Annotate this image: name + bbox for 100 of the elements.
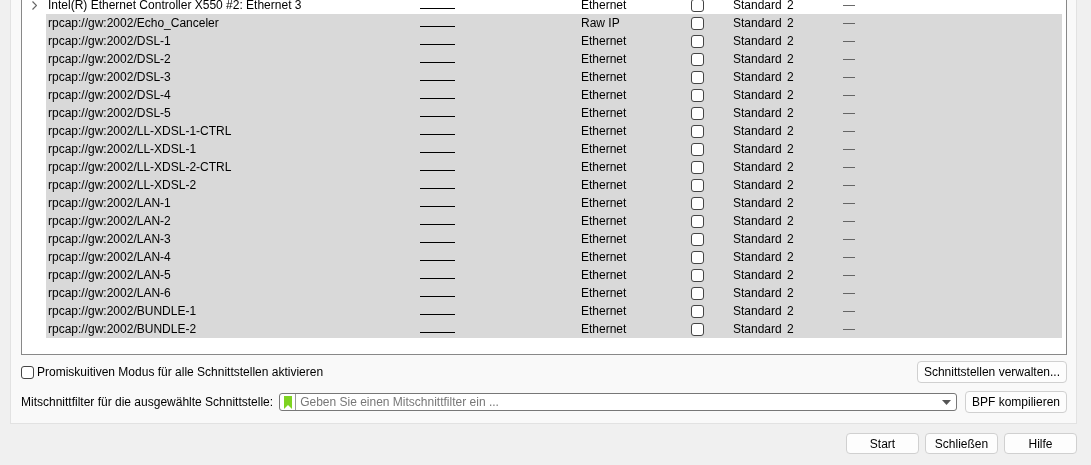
interface-name[interactable]: rpcap://gw:2002/LAN-1	[46, 194, 400, 212]
capture-filter: —	[843, 87, 855, 104]
capture-filter: —	[843, 15, 855, 32]
monitor-mode-checkbox[interactable]	[691, 142, 704, 156]
monitor-mode-checkbox[interactable]	[691, 304, 704, 318]
traffic-sparkline	[420, 116, 455, 117]
snapshot-length: 2	[787, 321, 795, 338]
interface-name[interactable]: rpcap://gw:2002/LAN-2	[46, 212, 400, 230]
traffic-sparkline	[420, 26, 455, 27]
interface-name[interactable]: rpcap://gw:2002/BUNDLE-1	[46, 302, 400, 320]
snapshot-length: 2	[787, 0, 795, 14]
interface-name[interactable]: rpcap://gw:2002/LAN-3	[46, 230, 400, 248]
interface-name[interactable]: rpcap://gw:2002/DSL-3	[46, 68, 400, 86]
buffer-size: Standard	[733, 303, 783, 320]
buffer-size: Standard	[733, 159, 783, 176]
interface-name[interactable]: rpcap://gw:2002/DSL-1	[46, 32, 400, 50]
interface-name[interactable]: Intel(R) Ethernet Controller X550 #2: Ethernet 3	[46, 0, 400, 14]
monitor-mode-checkbox[interactable]	[691, 322, 704, 336]
monitor-mode-checkbox[interactable]	[691, 214, 704, 228]
interface-name[interactable]: rpcap://gw:2002/LAN-5	[46, 266, 400, 284]
monitor-mode-checkbox[interactable]	[691, 106, 704, 120]
traffic-sparkline	[420, 134, 455, 135]
buffer-size: Standard	[733, 267, 783, 284]
traffic-sparkline	[420, 314, 455, 315]
monitor-mode-checkbox[interactable]	[691, 160, 704, 174]
buffer-size: Standard	[733, 231, 783, 248]
dropdown-arrow-icon[interactable]	[941, 399, 951, 405]
interface-name[interactable]: rpcap://gw:2002/LL-XDSL-2-CTRL	[46, 158, 400, 176]
traffic-sparkline	[420, 8, 455, 9]
traffic-sparkline	[420, 152, 455, 153]
promiscuous-label: Promiskuitiven Modus für alle Schnittstellen aktivieren	[37, 364, 324, 381]
link-type: Ethernet	[581, 69, 628, 86]
snapshot-length: 2	[787, 285, 795, 302]
capture-filter: —	[843, 0, 855, 14]
expand-chevron-icon[interactable]	[31, 0, 37, 10]
monitor-mode-checkbox[interactable]	[691, 88, 704, 102]
interface-name[interactable]: rpcap://gw:2002/DSL-2	[46, 50, 400, 68]
capture-filter: —	[843, 33, 855, 50]
interface-name[interactable]: rpcap://gw:2002/LL-XDSL-1	[46, 140, 400, 158]
snapshot-length: 2	[787, 213, 795, 230]
help-button[interactable]: Hilfe	[1004, 433, 1077, 454]
snapshot-length: 2	[787, 69, 795, 86]
buffer-size: Standard	[733, 123, 783, 140]
buffer-size: Standard	[733, 285, 783, 302]
capture-filter-label: Mitschnittfilter für die ausgewählte Schnittstelle:	[21, 394, 274, 411]
manage-interfaces-button[interactable]: Schnittstellen verwalten...	[916, 361, 1067, 383]
snapshot-length: 2	[787, 195, 795, 212]
snapshot-length: 2	[787, 159, 795, 176]
monitor-mode-checkbox[interactable]	[691, 124, 704, 138]
link-type: Raw IP	[581, 15, 621, 32]
monitor-mode-checkbox[interactable]	[691, 70, 704, 84]
interface-name[interactable]: rpcap://gw:2002/LAN-4	[46, 248, 400, 266]
buffer-size: Standard	[733, 87, 783, 104]
traffic-sparkline	[420, 170, 455, 171]
snapshot-length: 2	[787, 123, 795, 140]
link-type: Ethernet	[581, 285, 628, 302]
traffic-sparkline	[420, 242, 455, 243]
start-button[interactable]: Start	[846, 433, 919, 454]
snapshot-length: 2	[787, 51, 795, 68]
compile-bpf-button[interactable]: BPF kompilieren	[964, 391, 1067, 413]
capture-filter: —	[843, 195, 855, 212]
interface-name[interactable]: rpcap://gw:2002/LAN-6	[46, 284, 400, 302]
buffer-size: Standard	[733, 51, 783, 68]
monitor-mode-checkbox[interactable]	[691, 250, 704, 264]
snapshot-length: 2	[787, 249, 795, 266]
interface-name[interactable]: rpcap://gw:2002/DSL-5	[46, 104, 400, 122]
close-button[interactable]: Schließen	[925, 433, 998, 454]
monitor-mode-checkbox[interactable]	[691, 178, 704, 192]
capture-filter: —	[843, 231, 855, 248]
monitor-mode-checkbox[interactable]	[691, 34, 704, 48]
traffic-sparkline	[420, 62, 455, 63]
interface-name[interactable]: rpcap://gw:2002/LL-XDSL-1-CTRL	[46, 122, 400, 140]
monitor-mode-checkbox[interactable]	[691, 52, 704, 66]
link-type: Ethernet	[581, 267, 628, 284]
capture-filter: —	[843, 321, 855, 338]
link-type: Ethernet	[581, 159, 628, 176]
traffic-sparkline	[420, 188, 455, 189]
buffer-size: Standard	[733, 69, 783, 86]
traffic-sparkline	[420, 260, 455, 261]
link-type: Ethernet	[581, 141, 628, 158]
capture-filter: —	[843, 213, 855, 230]
snapshot-length: 2	[787, 303, 795, 320]
monitor-mode-checkbox[interactable]	[691, 196, 704, 210]
monitor-mode-checkbox[interactable]	[691, 16, 704, 30]
monitor-mode-checkbox[interactable]	[691, 0, 704, 12]
interface-name[interactable]: rpcap://gw:2002/LL-XDSL-2	[46, 176, 400, 194]
buffer-size: Standard	[733, 141, 783, 158]
monitor-mode-checkbox[interactable]	[691, 268, 704, 282]
traffic-sparkline	[420, 224, 455, 225]
promiscuous-checkbox[interactable]	[21, 365, 34, 379]
interface-name[interactable]: rpcap://gw:2002/DSL-4	[46, 86, 400, 104]
interface-name[interactable]: rpcap://gw:2002/BUNDLE-2	[46, 320, 400, 338]
traffic-sparkline	[420, 296, 455, 297]
monitor-mode-checkbox[interactable]	[691, 286, 704, 300]
snapshot-length: 2	[787, 231, 795, 248]
monitor-mode-checkbox[interactable]	[691, 232, 704, 246]
snapshot-length: 2	[787, 33, 795, 50]
interface-name[interactable]: rpcap://gw:2002/Echo_Canceler	[46, 14, 400, 32]
snapshot-length: 2	[787, 141, 795, 158]
buffer-size: Standard	[733, 33, 783, 50]
